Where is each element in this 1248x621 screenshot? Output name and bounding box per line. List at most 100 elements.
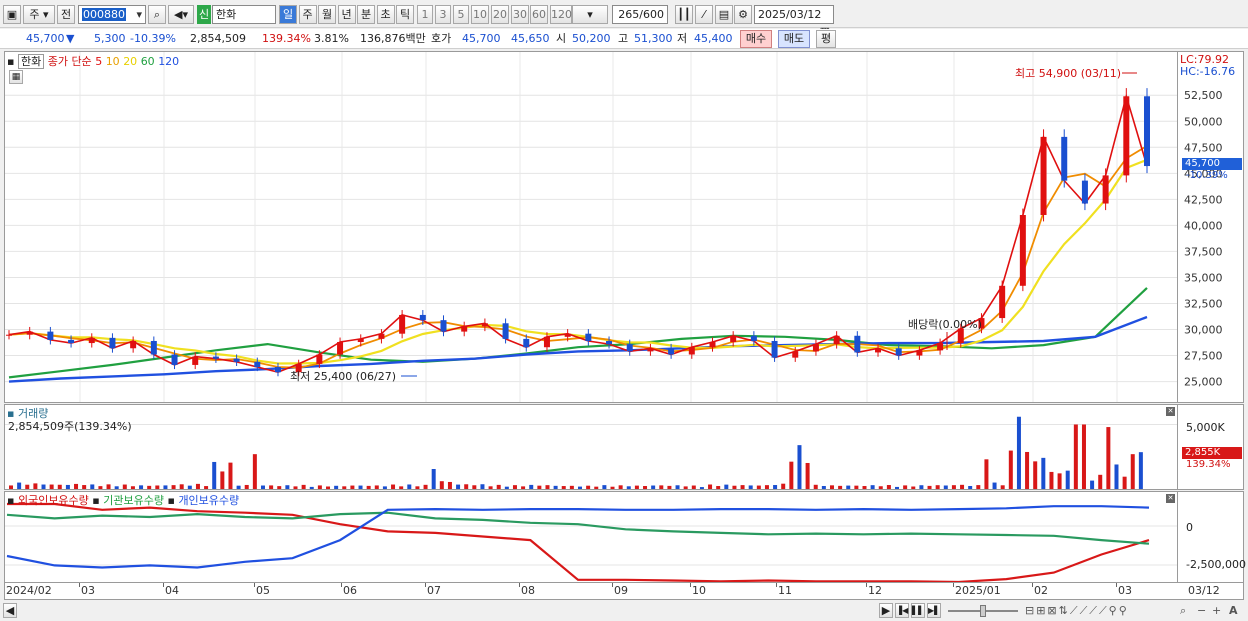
volume-bar bbox=[171, 485, 176, 489]
zoom-search-icon[interactable]: ⌕ bbox=[1180, 604, 1186, 618]
volume-bar bbox=[334, 485, 339, 489]
minute-60[interactable]: 60 bbox=[530, 5, 548, 24]
ma10-label: 10 bbox=[105, 55, 120, 68]
avg-button[interactable]: 평 bbox=[816, 30, 836, 48]
speaker-icon[interactable]: ◀▾ bbox=[168, 5, 194, 24]
current-pct-tag: -10.39% bbox=[1186, 170, 1228, 181]
ma20-label: 20 bbox=[123, 55, 138, 68]
volume-bar bbox=[854, 485, 859, 489]
volume-bar bbox=[496, 484, 501, 489]
price-chart: 최고 54,900 (03/11) 최저 25,400 (06/27) 배당락(0.… bbox=[5, 52, 1177, 402]
period-1[interactable]: 주 bbox=[298, 5, 317, 24]
minute-10[interactable]: 10 bbox=[471, 5, 489, 24]
prev-button[interactable]: 전 bbox=[57, 5, 75, 24]
calculator-icon[interactable]: ▦ bbox=[9, 70, 23, 84]
minute-30[interactable]: 30 bbox=[511, 5, 529, 24]
volume-bar bbox=[1090, 480, 1095, 489]
buy-button[interactable]: 매수 bbox=[740, 30, 772, 48]
x-tick bbox=[163, 583, 164, 587]
minute-5[interactable]: 5 bbox=[453, 5, 469, 24]
minute-custom-select[interactable]: ▾ bbox=[572, 5, 608, 24]
candle-body bbox=[1081, 180, 1088, 204]
window-menu-icon[interactable]: ▣ bbox=[3, 5, 21, 24]
count-field[interactable]: 265/600 bbox=[612, 5, 668, 24]
last-page-icon[interactable]: ▶▌ bbox=[927, 603, 941, 618]
search-icon[interactable]: ⌕ bbox=[148, 5, 166, 24]
gear-icon[interactable]: ⚙ bbox=[734, 5, 752, 24]
candle-body bbox=[833, 335, 840, 345]
ma60-label: 60 bbox=[140, 55, 155, 68]
period-4[interactable]: 분 bbox=[357, 5, 375, 24]
current-price: 45,700 bbox=[26, 32, 65, 45]
period-2[interactable]: 월 bbox=[318, 5, 336, 24]
volume-bar bbox=[512, 485, 517, 489]
x-tick bbox=[866, 583, 867, 587]
volume-bar bbox=[382, 486, 387, 489]
candle-body bbox=[88, 337, 95, 344]
minute-3[interactable]: 3 bbox=[435, 5, 451, 24]
volume-bar bbox=[553, 485, 558, 489]
market-select[interactable]: 주 ▾ bbox=[23, 5, 55, 24]
x-label-14: 03/12 bbox=[1188, 584, 1220, 597]
candle-body bbox=[606, 340, 613, 345]
volume-bar bbox=[269, 485, 274, 489]
volume-bar bbox=[342, 486, 347, 489]
volume-bar bbox=[821, 485, 826, 489]
minute-120[interactable]: 120 bbox=[550, 5, 572, 24]
volume-bar bbox=[260, 485, 265, 489]
volume-pane: ▪ 거래량 2,854,509주(139.34%) ✕ bbox=[4, 404, 1178, 490]
sell-button[interactable]: 매도 bbox=[778, 30, 810, 48]
font-size-icon[interactable]: A bbox=[1229, 604, 1238, 617]
candle-type-icon[interactable]: ┃┃ bbox=[675, 5, 693, 24]
change-value: 5,300 bbox=[94, 32, 126, 45]
line-tool-icon[interactable]: ⁄ bbox=[695, 5, 713, 24]
volume-close-icon[interactable]: ✕ bbox=[1166, 407, 1175, 416]
volume-bar bbox=[49, 484, 54, 489]
x-label-2: 04 bbox=[165, 584, 179, 597]
candle-body bbox=[254, 361, 261, 368]
market-label: 주 bbox=[29, 8, 40, 21]
turnover: 3.81% bbox=[314, 32, 349, 45]
holdings-pane: ▪ 외국인보유수량 ▪ 기관보유수량 ▪ 개인보유수량 ✕ bbox=[4, 491, 1178, 584]
institution-line bbox=[6, 511, 1150, 545]
x-label-7: 09 bbox=[614, 584, 628, 597]
period-3[interactable]: 년 bbox=[337, 5, 356, 24]
minute-20[interactable]: 20 bbox=[491, 5, 509, 24]
pause-icon[interactable]: ▌▌ bbox=[911, 603, 925, 618]
volume-bar bbox=[244, 484, 249, 489]
volume-bar bbox=[195, 483, 200, 489]
volume-bar bbox=[204, 486, 209, 489]
date-field[interactable]: 2025/03/12▦ bbox=[754, 5, 834, 38]
volume-bar bbox=[41, 484, 46, 489]
volume-bar bbox=[90, 484, 95, 489]
stock-name-field[interactable]: 한화 bbox=[212, 5, 276, 24]
period-5[interactable]: 초 bbox=[376, 5, 395, 24]
minute-1[interactable]: 1 bbox=[417, 5, 433, 24]
save-icon[interactable]: ▤ bbox=[715, 5, 733, 24]
first-page-icon[interactable]: ▐◀ bbox=[895, 603, 909, 618]
volume-bar bbox=[504, 486, 509, 489]
candle-body bbox=[523, 338, 530, 348]
volume-bar bbox=[675, 485, 680, 489]
volume-bar bbox=[643, 486, 648, 489]
scroll-left-icon[interactable]: ◀ bbox=[3, 603, 17, 618]
date-value: 2025/03/12 bbox=[758, 8, 822, 21]
period-6[interactable]: 틱 bbox=[396, 5, 414, 24]
zoom-slider-thumb[interactable] bbox=[980, 605, 986, 617]
high-price: 51,300 bbox=[634, 32, 673, 45]
volume-bar bbox=[561, 486, 566, 489]
scroll-right-icon[interactable]: ▶ bbox=[879, 603, 893, 618]
volume-bar bbox=[797, 445, 802, 489]
volume-bar bbox=[968, 485, 973, 489]
volume-bar bbox=[813, 484, 818, 489]
volume-bar bbox=[976, 485, 981, 489]
hc-value: HC:-16.76 bbox=[1180, 65, 1236, 78]
zoom-in-icon[interactable]: + bbox=[1212, 604, 1221, 617]
holdings-close-icon[interactable]: ✕ bbox=[1166, 494, 1175, 503]
code-input[interactable]: 000880 ▾ bbox=[78, 5, 146, 24]
period-0[interactable]: 일 bbox=[279, 5, 297, 24]
chart-tool-icons[interactable]: ⊟⊞⊠⇅⟋⟋⟋⟋⚲⚲ bbox=[1025, 604, 1129, 618]
volume-bar bbox=[618, 485, 623, 489]
zoom-out-icon[interactable]: − bbox=[1197, 604, 1206, 617]
code-value: 000880 bbox=[82, 8, 126, 21]
